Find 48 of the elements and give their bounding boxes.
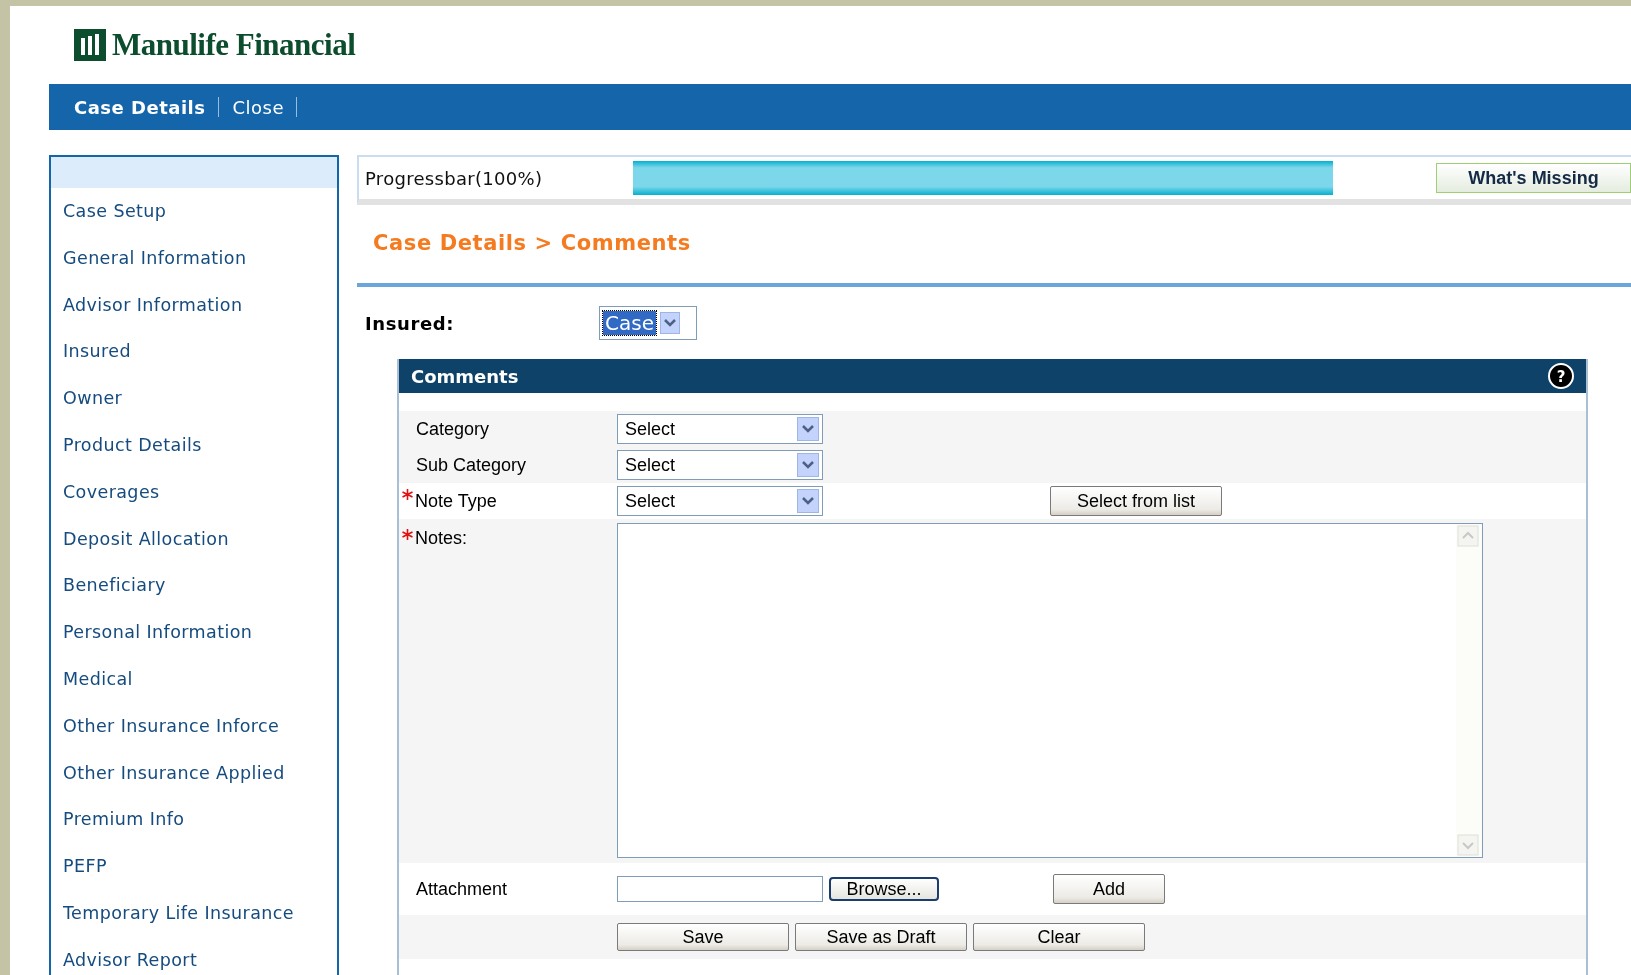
attachment-field[interactable] [617,876,823,902]
field-label: Notes: [414,527,468,549]
scrollbar[interactable] [1456,524,1482,857]
insured-label: Insured: [365,312,455,334]
sidebar-item[interactable]: Product Details [51,432,337,479]
required-icon [402,489,413,500]
sidebar-item[interactable]: Other Insurance Inforce [51,712,337,760]
sidebar-item[interactable]: Premium Info [51,806,337,854]
action-button[interactable]: Clear [973,923,1145,951]
sidebar-item[interactable]: Coverages [51,478,337,526]
field-label: Category [415,418,490,440]
sidebar-item[interactable]: Case Setup [51,198,337,245]
sidebar-item[interactable]: Insured [51,338,337,386]
scroll-down-icon[interactable] [1457,834,1479,856]
field-label: Sub Category [415,454,527,476]
select-from-list-button[interactable]: Select from list [1050,486,1222,516]
nav-link[interactable]: Case Details [74,96,218,118]
sidebar-item[interactable]: General Information [51,244,337,292]
field-label: Note Type [414,490,497,512]
add-button[interactable]: Add [1053,874,1165,904]
help-icon[interactable]: ? [1548,363,1574,389]
scroll-up-icon[interactable] [1457,525,1479,547]
browse-button[interactable]: Browse... [829,877,939,901]
action-button[interactable]: Save [617,923,789,951]
select-dropdown[interactable]: Select [617,414,823,444]
whats-missing-button[interactable]: What's Missing [1436,163,1631,193]
sidebar-item[interactable]: Owner [51,385,337,432]
sidebar-item[interactable]: Advisor Information [51,291,337,339]
sidebar-item[interactable]: Personal Information [51,619,337,666]
sidebar-item[interactable]: Beneficiary [51,572,337,620]
panel-title: Comments [411,365,519,387]
select-dropdown[interactable]: Select [617,450,823,480]
sidebar-item[interactable]: Advisor Report [51,946,337,975]
sidebar-item[interactable]: PEFP [51,853,337,900]
insured-dropdown[interactable]: Case [599,306,697,340]
sidebar-item[interactable]: Temporary Life Insurance [51,899,337,947]
sidebar-item[interactable]: Other Insurance Applied [51,759,337,807]
sidebar-item[interactable]: Medical [51,665,337,713]
required-icon [402,529,413,540]
select-dropdown[interactable]: Select [617,486,823,516]
progress-label: Progressbar(100%) [365,167,544,189]
field-label: Attachment [415,878,508,900]
nav-link[interactable]: Close [232,96,297,118]
logo-icon [74,29,106,61]
logo-text: Manulife Financial [112,27,356,63]
sidebar-item[interactable]: Deposit Allocation [51,525,337,573]
action-button[interactable]: Save as Draft [795,923,967,951]
breadcrumb: Case Details > Comments [357,205,1631,287]
